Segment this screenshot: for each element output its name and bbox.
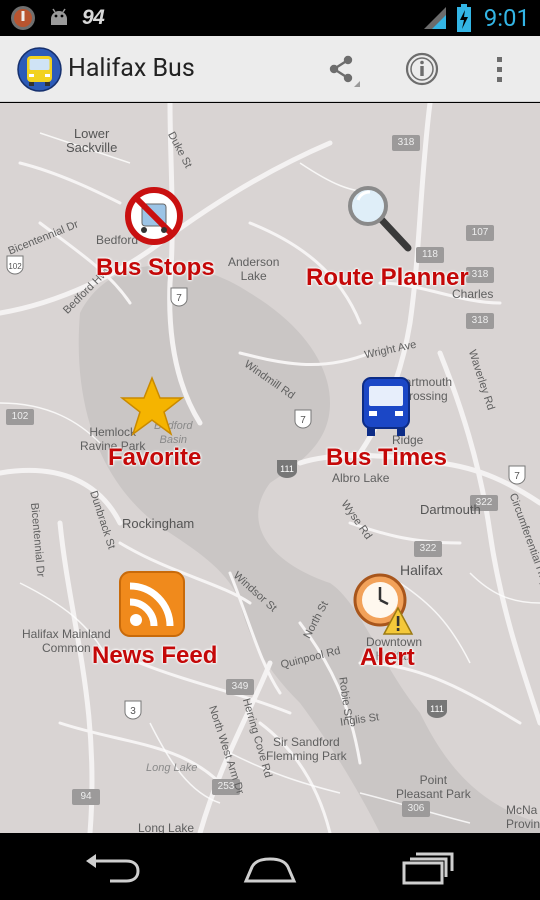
- svg-text:7: 7: [176, 293, 182, 304]
- map-water-label: Long Lake: [146, 762, 198, 774]
- alert-button[interactable]: Alert: [352, 570, 432, 680]
- share-icon[interactable]: [322, 49, 362, 89]
- highway-shield: 7: [294, 409, 312, 429]
- system-indicators: 9:01: [422, 4, 530, 32]
- map-place-label: Long Lake: [138, 821, 195, 833]
- no-bus-stop-icon: [125, 187, 183, 245]
- signal-icon: [423, 7, 446, 29]
- highway-shield: 102: [6, 255, 24, 275]
- route-badge: 306: [402, 801, 430, 817]
- status-bar: 94 9:01: [0, 0, 540, 36]
- bus-times-label: Bus Times: [326, 444, 447, 471]
- notification-area: 94: [10, 5, 105, 31]
- svg-text:7: 7: [514, 471, 520, 482]
- map-place-label: Anderson Lake: [228, 255, 280, 283]
- map-place-label: Lower Sackville: [66, 126, 118, 155]
- svg-text:111: 111: [280, 464, 294, 474]
- recent-apps-icon[interactable]: [398, 851, 458, 885]
- app-title: Halifax Bus: [68, 54, 195, 83]
- svg-text:102: 102: [8, 262, 22, 271]
- navigation-bar: [0, 833, 540, 900]
- route-badge: 102: [6, 409, 34, 425]
- star-icon: [120, 376, 184, 436]
- bus-times-button[interactable]: Bus Times: [322, 376, 462, 476]
- map-place-label: Point Pleasant Park: [396, 773, 471, 801]
- home-icon[interactable]: [240, 851, 300, 885]
- magnifier-icon: [348, 186, 412, 252]
- android-debug-icon: [51, 8, 67, 25]
- route-badge: 318: [392, 135, 420, 151]
- route-badge: 349: [226, 679, 254, 695]
- route-planner-button[interactable]: Route Planner: [304, 184, 474, 294]
- favorite-button[interactable]: Favorite: [104, 376, 214, 476]
- svg-text:111: 111: [430, 704, 444, 714]
- clock: 9:01: [483, 4, 530, 32]
- notification-count: 94: [82, 6, 105, 29]
- back-icon[interactable]: [82, 851, 142, 885]
- bus-icon: [362, 377, 410, 436]
- highway-shield: 7: [170, 287, 188, 307]
- route-planner-label: Route Planner: [306, 264, 469, 291]
- map-place-label: Sir Sandford Flemming Park: [266, 735, 347, 763]
- highway-shield: 3: [124, 700, 142, 720]
- highway-shield: 7: [508, 465, 526, 485]
- info-icon[interactable]: [402, 49, 442, 89]
- route-badge: 322: [414, 541, 442, 557]
- map-place-label: McNa Provin: [506, 803, 540, 831]
- bus-app-icon[interactable]: [17, 47, 62, 92]
- news-feed-button[interactable]: News Feed: [88, 570, 228, 680]
- bus-stops-label: Bus Stops: [96, 254, 215, 281]
- route-badge: 318: [466, 313, 494, 329]
- highway-shield: 111: [427, 700, 447, 718]
- alarm-clock-warning-icon: [353, 573, 414, 635]
- highway-shield: 111: [277, 460, 297, 478]
- battery-charging-icon: [456, 4, 471, 32]
- app-notification-icon: [11, 6, 35, 30]
- route-badge: 94: [72, 789, 100, 805]
- alert-label: Alert: [360, 644, 415, 671]
- bus-stops-button[interactable]: Bus Stops: [90, 184, 220, 284]
- svg-text:7: 7: [300, 415, 306, 426]
- map-place-label: Dartmouth: [420, 502, 481, 517]
- rss-feed-icon: [119, 571, 185, 637]
- overflow-menu-icon[interactable]: [480, 49, 520, 89]
- action-bar: Halifax Bus: [0, 36, 540, 102]
- news-feed-label: News Feed: [92, 642, 218, 669]
- favorite-label: Favorite: [108, 444, 202, 471]
- map-place-label: Rockingham: [122, 516, 195, 531]
- svg-text:3: 3: [130, 706, 136, 717]
